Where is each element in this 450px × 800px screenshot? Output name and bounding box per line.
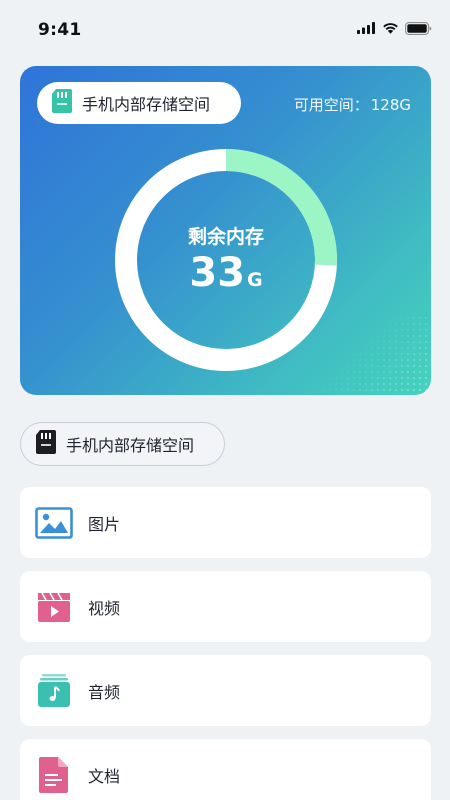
remaining-unit: G bbox=[247, 268, 263, 291]
ring-title: 剩余内存 bbox=[187, 225, 264, 248]
remaining-storage: 33 G bbox=[189, 253, 262, 293]
device-storage-label: 手机内部存储空间 bbox=[82, 95, 211, 114]
category-row-audio[interactable]: 音频 bbox=[20, 655, 431, 726]
storage-card: 手机内部存储空间 可用空间： 128G 剩余内存 33 G bbox=[20, 66, 431, 395]
wifi-icon bbox=[382, 22, 399, 34]
status-time: 9:41 bbox=[38, 20, 82, 40]
category-label: 音频 bbox=[88, 682, 121, 702]
category-label: 图片 bbox=[88, 514, 121, 534]
image-icon bbox=[35, 504, 73, 542]
battery-icon bbox=[405, 21, 432, 35]
category-label: 视频 bbox=[88, 598, 121, 618]
document-icon bbox=[35, 756, 73, 794]
sd-card-icon bbox=[51, 88, 73, 118]
ring-center: 剩余内存 33 G bbox=[115, 149, 337, 371]
status-icons bbox=[357, 20, 432, 36]
category-row-videos[interactable]: 视频 bbox=[20, 571, 431, 642]
available-space: 可用空间： 128G bbox=[294, 94, 411, 115]
category-row-documents[interactable]: 文档 bbox=[20, 739, 431, 800]
device-storage-pill[interactable]: 手机内部存储空间 bbox=[37, 82, 241, 124]
available-space-value: 128G bbox=[370, 96, 411, 114]
storage-ring: 剩余内存 33 G bbox=[115, 149, 337, 371]
status-bar: 9:41 bbox=[0, 0, 450, 62]
category-row-images[interactable]: 图片 bbox=[20, 487, 431, 558]
cellular-signal-icon bbox=[357, 22, 376, 34]
decorative-speckle bbox=[321, 315, 431, 395]
sd-card-icon bbox=[35, 429, 57, 459]
remaining-value: 33 bbox=[189, 249, 246, 296]
section-chip-label: 手机内部存储空间 bbox=[66, 436, 195, 455]
category-label: 文档 bbox=[88, 766, 121, 786]
audio-icon bbox=[35, 672, 73, 710]
video-icon bbox=[35, 588, 73, 626]
available-space-label: 可用空间： bbox=[293, 96, 369, 114]
storage-section-chip[interactable]: 手机内部存储空间 bbox=[20, 422, 225, 466]
